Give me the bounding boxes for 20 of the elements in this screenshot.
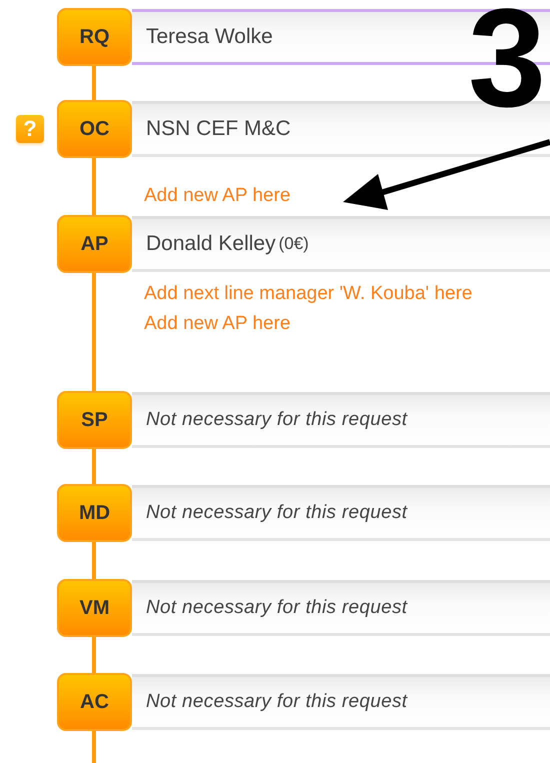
step-badge: RQ bbox=[57, 8, 132, 66]
step-value: Teresa Wolke bbox=[146, 25, 273, 49]
add-link[interactable]: Add new AP here bbox=[144, 309, 472, 339]
step-value: Not necessary for this request bbox=[146, 409, 408, 431]
step-value: NSN CEF M&C bbox=[146, 117, 291, 141]
step-value: Donald Kelley bbox=[146, 232, 276, 256]
step-badge: VM bbox=[57, 579, 132, 637]
step-badge: AP bbox=[57, 215, 132, 273]
add-link[interactable]: Add next line manager 'W. Kouba' here bbox=[144, 279, 472, 309]
step-badge: MD bbox=[57, 484, 132, 542]
step-value: Not necessary for this request bbox=[146, 691, 408, 713]
add-link[interactable]: Add new AP here bbox=[144, 181, 290, 211]
step-badge: AC bbox=[57, 673, 132, 731]
step-badge: SP bbox=[57, 391, 132, 449]
annotation-number: 3 bbox=[468, 0, 546, 128]
step-value: Not necessary for this request bbox=[146, 597, 408, 619]
amount-label: (0€) bbox=[278, 234, 309, 254]
help-icon[interactable]: ? bbox=[16, 115, 44, 143]
step-value: Not necessary for this request bbox=[146, 502, 408, 524]
step-badge: OC bbox=[57, 100, 132, 158]
